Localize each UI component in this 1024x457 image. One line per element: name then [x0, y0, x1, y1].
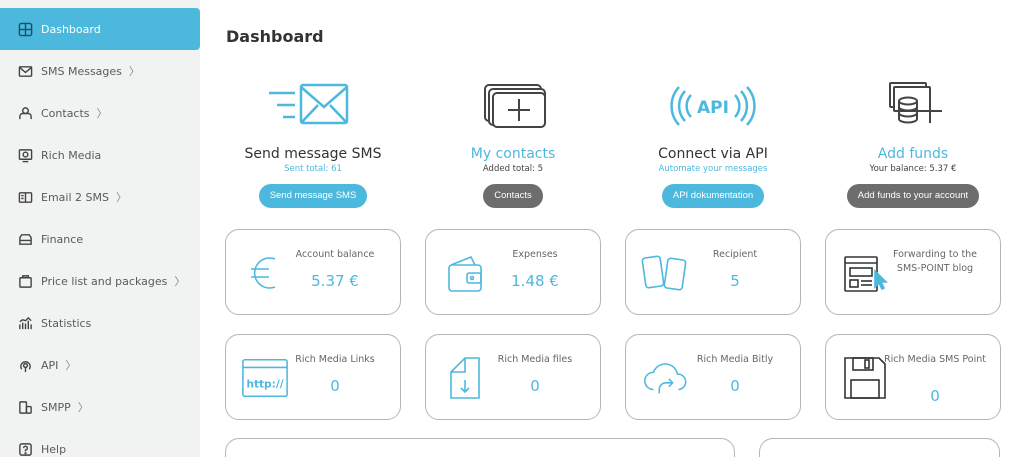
stat-label: Expenses: [512, 249, 558, 260]
sidebar-item-help[interactable]: Help: [0, 428, 200, 457]
sidebar-item-label: Email 2 SMS: [41, 190, 109, 204]
add-funds-button[interactable]: Add funds to your account: [846, 184, 980, 208]
smpp-icon: [17, 399, 33, 415]
feature-my-contacts: My contacts Added total: 5 Contacts: [418, 76, 608, 208]
contacts-icon: [17, 105, 33, 121]
stat-label: Account balance: [295, 249, 375, 260]
chevron-right-icon: 〉: [65, 359, 77, 372]
feature-connect-api: API Connect via API Automate your messag…: [618, 76, 808, 208]
stat-value: 5.37 €: [311, 272, 359, 290]
sidebar-item-finance[interactable]: Finance: [0, 218, 200, 260]
blog-forwarding-card[interactable]: Forwarding to the SMS-POINT blog: [825, 229, 1001, 315]
recipient-card[interactable]: Recipient 5: [625, 229, 801, 315]
feature-title: Add funds: [877, 146, 949, 162]
statistics-icon: [17, 315, 33, 331]
sidebar-item-label: API: [41, 358, 59, 372]
sidebar-item-label: Rich Media: [41, 148, 102, 162]
sidebar-item-label: Statistics: [41, 316, 92, 330]
contacts-button[interactable]: Contacts: [483, 184, 543, 208]
api-documentation-button[interactable]: API dokumentation: [661, 184, 765, 208]
stat-label: Rich Media files: [497, 354, 573, 365]
feature-subtitle: Automate your messages: [658, 164, 768, 174]
chevron-right-icon: 〉: [96, 107, 108, 120]
send-message-sms-button[interactable]: Send message SMS: [258, 184, 368, 208]
sidebar-item-label: Price list and packages: [41, 274, 168, 288]
dashboard-icon: [17, 21, 33, 37]
sidebar-item-label: Finance: [41, 232, 84, 246]
account-balance-card[interactable]: Account balance 5.37 €: [225, 229, 401, 315]
price-list-icon: [17, 273, 33, 289]
sidebar-item-smpp[interactable]: SMPP 〉: [0, 386, 200, 428]
stat-value: 0: [730, 377, 740, 395]
sidebar-item-label: Help: [41, 442, 67, 456]
chevron-right-icon: 〉: [128, 65, 140, 78]
bottom-panel-right: [759, 438, 1000, 457]
api-broadcast-icon: API: [618, 76, 808, 136]
stat-value: 5: [730, 272, 740, 290]
sidebar-item-contacts[interactable]: Contacts 〉: [0, 92, 200, 134]
sidebar-item-statistics[interactable]: Statistics: [0, 302, 200, 344]
api-icon: [17, 357, 33, 373]
finance-icon: [17, 231, 33, 247]
stat-value: 1.48 €: [511, 272, 559, 290]
sidebar-item-price-list[interactable]: Price list and packages 〉: [0, 260, 200, 302]
rich-media-files-card[interactable]: Rich Media files 0: [425, 334, 601, 420]
envelope-icon: [17, 63, 33, 79]
sidebar-item-label: SMPP: [41, 400, 71, 414]
sidebar-item-label: Dashboard: [41, 22, 101, 36]
send-message-icon: [218, 76, 408, 136]
sidebar-item-label: SMS Messages: [41, 64, 122, 78]
rich-media-sms-point-card[interactable]: Rich Media SMS Point 0: [825, 334, 1001, 420]
sidebar-item-email-2-sms[interactable]: Email 2 SMS 〉: [0, 176, 200, 218]
feature-subtitle: Your balance: 5.37 €: [869, 164, 957, 174]
chevron-right-icon: 〉: [77, 401, 89, 414]
sidebar-item-rich-media[interactable]: Rich Media: [0, 134, 200, 176]
rich-media-icon: [17, 147, 33, 163]
stat-label: Recipient: [712, 249, 758, 260]
page-title: Dashboard: [226, 27, 324, 46]
sidebar-item-dashboard[interactable]: Dashboard: [0, 8, 200, 50]
bottom-panel-left: [225, 438, 735, 457]
stat-value: 0: [930, 387, 940, 405]
add-funds-icon: [818, 76, 1008, 136]
expenses-card[interactable]: Expenses 1.48 €: [425, 229, 601, 315]
feature-subtitle: Added total: 5: [482, 164, 544, 174]
chevron-right-icon: 〉: [115, 191, 127, 204]
sidebar: Dashboard SMS Messages 〉 Contacts 〉 Rich…: [0, 0, 200, 457]
stat-value: 0: [530, 377, 540, 395]
stat-label: Rich Media Links: [295, 354, 375, 365]
api-icon-text: API: [697, 98, 729, 118]
rich-media-bitly-card[interactable]: Rich Media Bitly 0: [625, 334, 801, 420]
sidebar-item-api[interactable]: API 〉: [0, 344, 200, 386]
chevron-right-icon: 〉: [174, 275, 186, 288]
contacts-card-icon: [418, 76, 608, 136]
feature-title: My contacts: [470, 146, 556, 162]
feature-title: Connect via API: [658, 146, 768, 162]
feature-subtitle: Sent total: 61: [284, 164, 342, 174]
stat-value: 0: [330, 377, 340, 395]
help-icon: [17, 441, 33, 457]
rich-media-links-card[interactable]: http:// Rich Media Links 0: [225, 334, 401, 420]
feature-send-sms: Send message SMS Sent total: 61 Send mes…: [218, 76, 408, 208]
feature-title: Send message SMS: [244, 146, 382, 162]
http-icon-text: http://: [246, 379, 283, 391]
email-sms-icon: [17, 189, 33, 205]
stat-label: Forwarding to the SMS-POINT blog: [892, 249, 978, 274]
sidebar-item-label: Contacts: [41, 106, 90, 120]
sidebar-item-sms-messages[interactable]: SMS Messages 〉: [0, 50, 200, 92]
stat-label: Rich Media SMS Point: [884, 354, 986, 365]
stat-label: Rich Media Bitly: [696, 354, 774, 365]
feature-add-funds: Add funds Your balance: 5.37 € Add funds…: [818, 76, 1008, 208]
